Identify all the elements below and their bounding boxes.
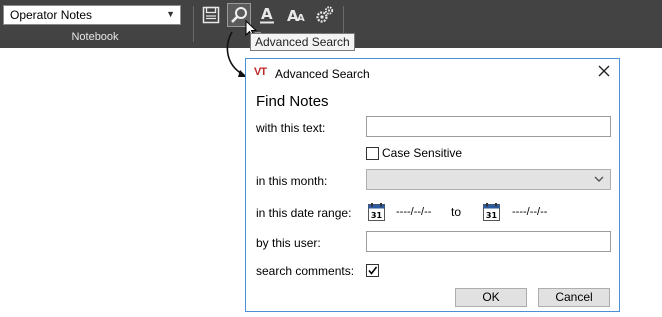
date-to-value: ----/--/-- — [512, 206, 548, 218]
date-to-label: to — [451, 205, 462, 219]
checkmark-icon — [368, 266, 378, 275]
ok-button[interactable]: OK — [455, 288, 527, 307]
date-from-value: ----/--/-- — [396, 206, 432, 218]
dialog-title: Advanced Search — [275, 67, 370, 81]
case-sensitive-checkbox[interactable] — [366, 147, 379, 160]
save-icon — [202, 6, 220, 24]
calendar-to-icon[interactable]: 31 — [483, 203, 500, 221]
case-sensitive-label: Case Sensitive — [382, 146, 463, 160]
settings-button[interactable] — [313, 3, 337, 27]
advanced-search-tooltip: Advanced Search — [250, 33, 355, 51]
month-label: in this month: — [256, 174, 328, 188]
calendar-day-from: 31 — [371, 211, 383, 220]
svg-text:A: A — [297, 13, 305, 24]
comments-label: search comments: — [256, 264, 355, 278]
dialog-heading: Find Notes — [256, 93, 329, 110]
cancel-button[interactable]: Cancel — [538, 288, 610, 307]
date-range-label: in this date range: — [256, 206, 352, 220]
group-label-notebook: Notebook — [71, 31, 119, 43]
font-size-button[interactable]: A A — [285, 3, 309, 27]
calendar-from-icon[interactable]: 31 — [368, 203, 385, 221]
chevron-down-icon: ▼ — [166, 9, 175, 19]
user-input[interactable] — [366, 231, 611, 252]
font-color-icon: A — [260, 5, 274, 24]
search-comments-checkbox[interactable] — [366, 264, 379, 277]
font-size-icon: A A — [287, 7, 305, 24]
app-logo: VT — [254, 66, 267, 78]
user-label: by this user: — [256, 236, 321, 250]
notebook-select-value: Operator Notes — [10, 8, 93, 22]
font-color-button[interactable]: A — [255, 3, 279, 27]
settings-gears-icon — [316, 6, 334, 23]
with-text-input[interactable] — [366, 116, 611, 137]
chevron-down-icon — [594, 176, 604, 182]
advanced-search-dialog: VT Advanced Search Find Notes with this … — [245, 58, 620, 312]
save-button[interactable] — [199, 3, 223, 27]
toolbar-separator — [193, 6, 194, 42]
calendar-day-to: 31 — [486, 211, 498, 220]
dialog-title-bar[interactable]: VT Advanced Search — [246, 59, 619, 87]
notebook-select[interactable]: Operator Notes ▼ — [3, 5, 181, 25]
with-text-label: with this text: — [256, 121, 326, 135]
svg-text:A: A — [261, 5, 273, 23]
month-select[interactable] — [366, 169, 611, 190]
close-icon[interactable] — [597, 64, 611, 78]
